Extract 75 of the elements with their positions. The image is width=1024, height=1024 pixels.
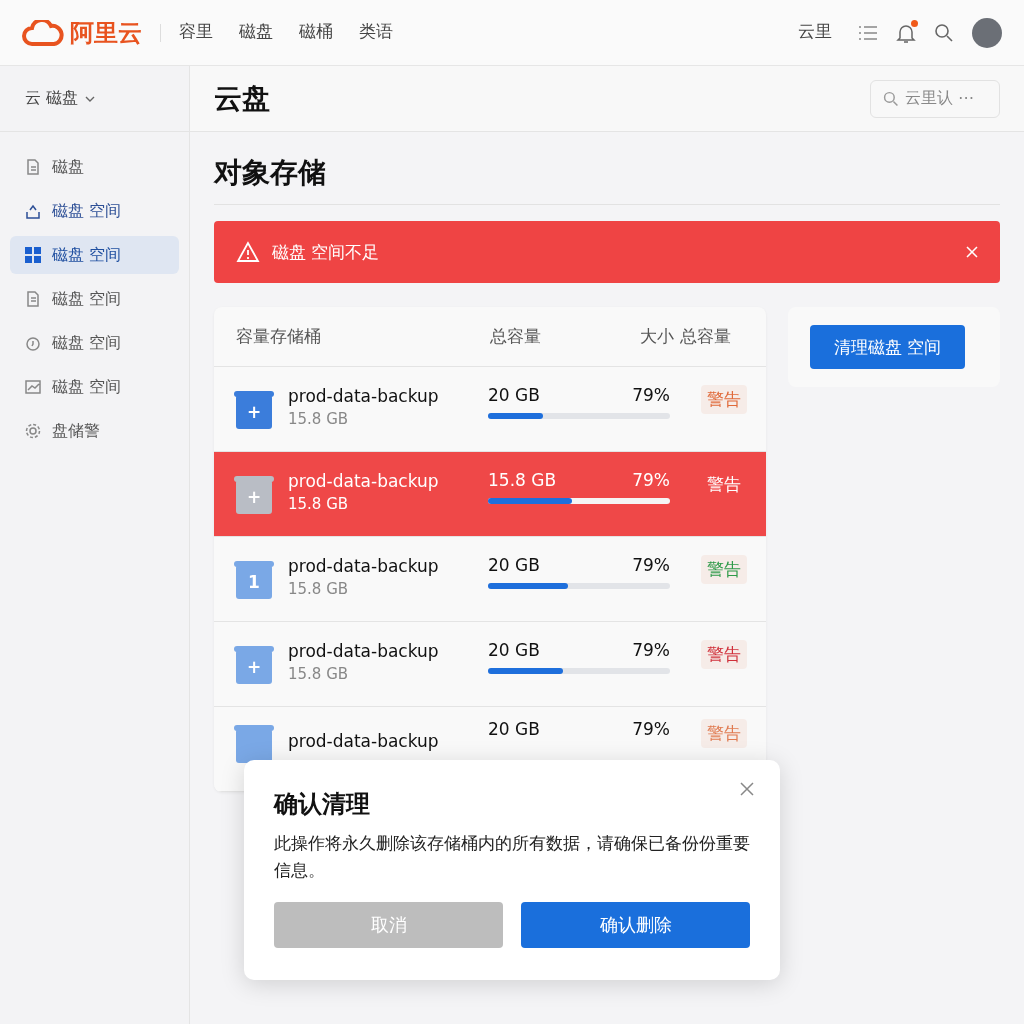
table-row[interactable]: + prod-data-backup 15.8 GB 20 GB 79% 警告 xyxy=(214,622,766,707)
sidebar-item[interactable]: 磁盘 空间 xyxy=(10,192,179,230)
nav-link[interactable]: 容里 xyxy=(179,20,213,45)
search-icon[interactable] xyxy=(934,22,954,43)
sidebar-item[interactable]: 磁盘 空间 xyxy=(10,236,179,274)
usage-percent: 79% xyxy=(632,385,670,405)
usage-percent: 79% xyxy=(632,719,670,739)
page-title: 云盘 xyxy=(214,80,270,117)
bucket-name: prod-data-backup xyxy=(288,556,439,576)
bucket-size: 15.8 GB xyxy=(288,495,350,513)
nav-link[interactable]: 磁盘 xyxy=(239,20,273,45)
logo-text: 阿里云 xyxy=(70,17,142,49)
file-icon xyxy=(24,290,42,308)
warning-tag: 警告 xyxy=(701,719,747,748)
warning-tag: 警告 xyxy=(701,640,747,669)
sidebar-item[interactable]: 磁盘 空间 xyxy=(10,280,179,318)
bucket-name: prod-data-backup xyxy=(288,386,439,406)
warning-tag: 警告 xyxy=(701,470,747,499)
clock-icon xyxy=(24,334,42,352)
tray-icon xyxy=(24,202,42,220)
sidebar-item[interactable]: 磁盘 空间 xyxy=(10,324,179,362)
section-title: 对象存储 xyxy=(214,154,1000,205)
table-row[interactable]: + prod-data-backup 15.8 GB 20 GB 79% 警告 xyxy=(214,367,766,452)
total-capacity: 15.8 GB xyxy=(488,470,557,490)
bucket-size: 15.8 GB xyxy=(288,665,350,683)
document-icon xyxy=(24,158,42,176)
column-header: 总容量 xyxy=(680,325,732,348)
settings-icon xyxy=(24,422,42,440)
sidebar-label: 磁盘 空间 xyxy=(52,244,122,266)
bell-icon[interactable] xyxy=(896,21,916,44)
warning-tag: 警告 xyxy=(701,385,747,414)
sidebar-item[interactable]: 磁盘 xyxy=(10,148,179,186)
usage-percent: 79% xyxy=(632,555,670,575)
sidebar-label: 盘储警 xyxy=(52,420,100,442)
column-header: 总容量 xyxy=(490,325,542,348)
warning-icon xyxy=(236,241,260,263)
nav-link[interactable]: 类语 xyxy=(359,20,393,45)
column-header: 大小 xyxy=(639,325,675,348)
sidebar-label: 磁盘 空间 xyxy=(52,288,122,310)
warning-tag: 警告 xyxy=(701,555,747,584)
chart-icon xyxy=(24,378,42,396)
sidebar-item[interactable]: 盘储警 xyxy=(10,412,179,450)
sidebar-label: 磁盘 空间 xyxy=(52,200,122,222)
sidebar-label: 磁盘 xyxy=(52,156,84,178)
alert-message: 磁盘 空间不足 xyxy=(272,240,380,264)
clean-disk-button[interactable]: 清理磁盘 空间 xyxy=(810,325,966,369)
table-row[interactable]: 1 prod-data-backup 15.8 GB 20 GB 79% 警告 xyxy=(214,537,766,622)
bucket-size: 15.8 GB xyxy=(288,580,350,598)
grid-icon xyxy=(24,246,42,264)
bucket-name: prod-data-backup xyxy=(288,471,439,491)
header-link[interactable]: 云里 xyxy=(798,20,832,45)
sidebar-label: 磁盘 空间 xyxy=(52,332,122,354)
search-icon xyxy=(883,90,899,107)
avatar[interactable] xyxy=(972,17,1002,48)
total-capacity: 20 GB xyxy=(488,385,540,405)
total-capacity: 20 GB xyxy=(488,719,540,739)
total-capacity: 20 GB xyxy=(488,555,540,575)
bucket-size: 15.8 GB xyxy=(288,410,350,428)
bucket-name: prod-data-backup xyxy=(288,731,439,751)
bucket-name: prod-data-backup xyxy=(288,641,439,661)
usage-percent: 79% xyxy=(632,640,670,660)
dialog-message: 此操作将永久删除该存储桶内的所有数据，请确保已备份份重要信息。 xyxy=(274,832,750,883)
dialog-title: 确认清理 xyxy=(274,789,371,820)
usage-percent: 79% xyxy=(632,470,670,490)
table-row[interactable]: + prod-data-backup 15.8 GB 15.8 GB 79% 警告 xyxy=(214,452,766,537)
cloud-logo-icon xyxy=(22,19,64,46)
column-header: 容量存储桶 xyxy=(236,325,322,348)
total-capacity: 20 GB xyxy=(488,640,540,660)
close-icon[interactable] xyxy=(740,782,754,796)
confirm-delete-button[interactable]: 确认删除 xyxy=(521,902,750,949)
sidebar-label: 磁盘 空间 xyxy=(52,376,122,398)
sidebar-item[interactable]: 磁盘 空间 xyxy=(10,368,179,406)
logo[interactable]: 阿里云 xyxy=(22,16,142,49)
nav-link[interactable]: 磁桶 xyxy=(299,20,333,45)
search-placeholder: 云里认 ⋯ xyxy=(905,88,975,109)
